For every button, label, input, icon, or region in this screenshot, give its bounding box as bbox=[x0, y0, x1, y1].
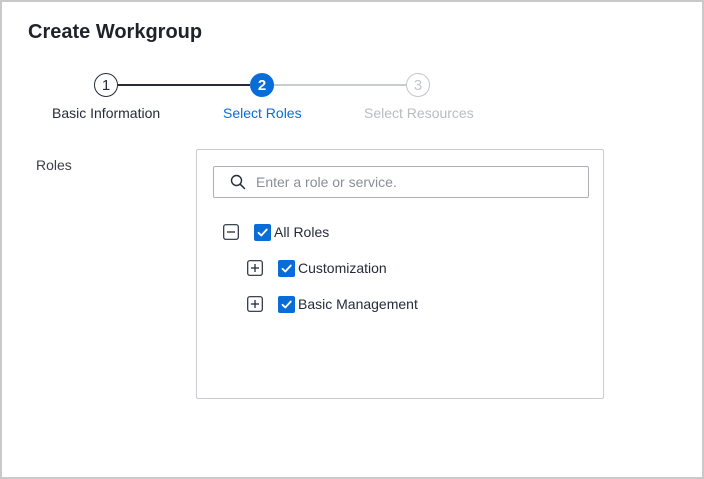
page-title: Create Workgroup bbox=[28, 21, 203, 43]
roles-field-label: Roles bbox=[36, 157, 72, 173]
roles-tree-panel: All Roles Customization bbox=[196, 149, 604, 399]
step-2-label: Select Roles bbox=[223, 105, 302, 121]
customization-label: Customization bbox=[298, 260, 387, 276]
step-2-indicator: 2 bbox=[250, 73, 274, 97]
role-search-box[interactable] bbox=[213, 166, 589, 198]
tree-node-customization[interactable]: Customization bbox=[247, 258, 387, 278]
step-connector-2-3 bbox=[274, 84, 406, 86]
basic-management-label: Basic Management bbox=[298, 296, 418, 312]
expand-icon[interactable] bbox=[247, 260, 263, 276]
all-roles-checkbox[interactable] bbox=[254, 223, 271, 241]
role-search-input[interactable] bbox=[256, 174, 576, 190]
step-3-label: Select Resources bbox=[364, 105, 474, 121]
basic-management-checkbox[interactable] bbox=[278, 295, 295, 313]
all-roles-label: All Roles bbox=[274, 224, 330, 240]
step-connector-1-2 bbox=[118, 84, 250, 86]
expand-icon[interactable] bbox=[247, 296, 263, 312]
step-1-indicator[interactable]: 1 bbox=[94, 73, 118, 97]
dialog-frame: Create Workgroup 1 2 3 Basic Information… bbox=[0, 0, 704, 479]
step-1-label[interactable]: Basic Information bbox=[52, 105, 160, 121]
tree-node-all-roles[interactable]: All Roles bbox=[223, 222, 329, 242]
tree-node-basic-management[interactable]: Basic Management bbox=[247, 294, 418, 314]
step-3-indicator: 3 bbox=[406, 73, 430, 97]
collapse-icon[interactable] bbox=[223, 224, 239, 240]
customization-checkbox[interactable] bbox=[278, 259, 295, 277]
search-icon bbox=[230, 174, 246, 190]
